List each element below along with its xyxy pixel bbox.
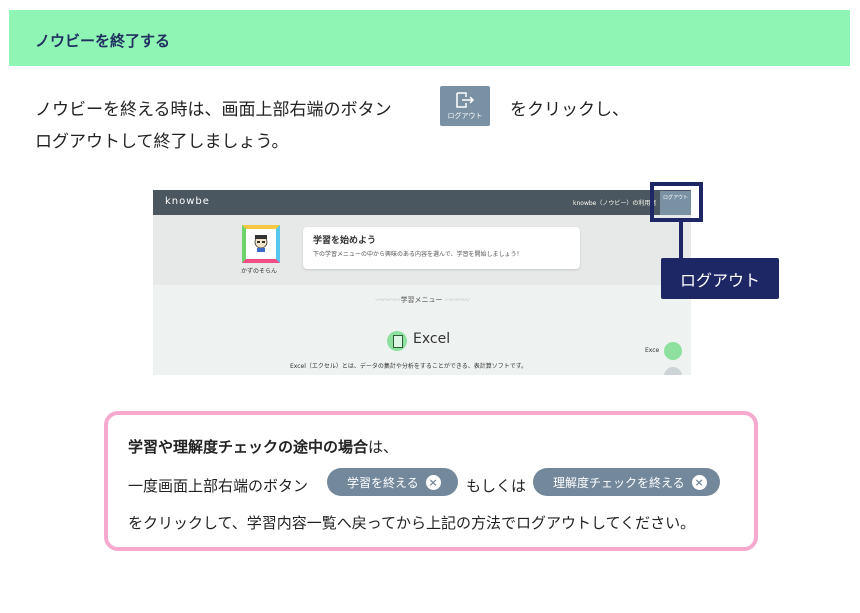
logout-callout: ログアウト (661, 258, 779, 299)
logout-button-sample: ログアウト (440, 86, 490, 126)
logout-icon (456, 92, 475, 108)
menu-decor-right: 〰〰〰〰 (444, 296, 470, 304)
avatar-name: かずのそらん (241, 268, 278, 275)
side-course-label: Exce (645, 347, 660, 354)
course-description: Excel（エクセル）とは、データの集計や分析をすることができる、表計算ソフトで… (290, 363, 528, 370)
highlight-frame (650, 182, 703, 222)
finish-check-button-sample: 理解度チェックを終える × (533, 468, 720, 496)
side-course-icon (664, 367, 682, 375)
welcome-card-title: 学習を始めよう (313, 236, 377, 246)
menu-label: 学習メニュー (400, 296, 443, 304)
note-line1-bold: 学習や理解度チェックの途中の場合 (128, 438, 369, 456)
note-line1-rest: は、 (368, 438, 399, 456)
app-screenshot: knowbe knowbe（ノウビー）の利用者 ログアウト かずのそらん 学習を… (153, 190, 691, 375)
finish-learning-label: 学習を終える (347, 475, 419, 490)
course-title: Excel (413, 331, 451, 347)
menu-heading: 〰〰〰〰 学習メニュー 〰〰〰〰 (153, 295, 691, 305)
intro-text-line1: ノウビーを終える時は、画面上部右端のボタン (35, 100, 392, 120)
page-title: ノウビーを終了する (35, 32, 171, 50)
close-icon: × (691, 474, 707, 490)
app-logo: knowbe (165, 196, 210, 207)
logout-button-label: ログアウト (447, 112, 483, 120)
intro-text-line1-end: をクリックし、 (510, 100, 629, 120)
avatar-face-icon (254, 235, 268, 252)
welcome-card: 学習を始めよう 下の学習メニューの中から興味のある内容を選んで、学習を開始しまし… (303, 227, 580, 269)
avatar (242, 225, 280, 263)
welcome-card-text: 下の学習メニューの中から興味のある内容を選んで、学習を開始しましょう！ (313, 251, 523, 258)
menu-decor-left: 〰〰〰〰 (375, 296, 401, 304)
callout-connector (679, 222, 683, 260)
excel-icon (387, 331, 407, 351)
intro-text-line2: ログアウトして終了しましょう。 (35, 132, 289, 152)
note-line2-middle: もしくは (466, 477, 527, 495)
app-user-name: knowbe（ノウビー）の利用者 (573, 200, 657, 207)
finish-learning-button-sample: 学習を終える × (327, 468, 458, 496)
side-excel-icon (664, 342, 682, 360)
finish-check-label: 理解度チェックを終える (553, 475, 685, 490)
close-icon: × (425, 474, 441, 490)
note-line1: 学習や理解度チェックの途中の場合は、 (128, 436, 398, 457)
note-line2-start: 一度画面上部右端のボタン (128, 477, 309, 495)
note-line3: をクリックして、学習内容一覧へ戻ってから上記の方法でログアウトしてください。 (128, 514, 696, 532)
